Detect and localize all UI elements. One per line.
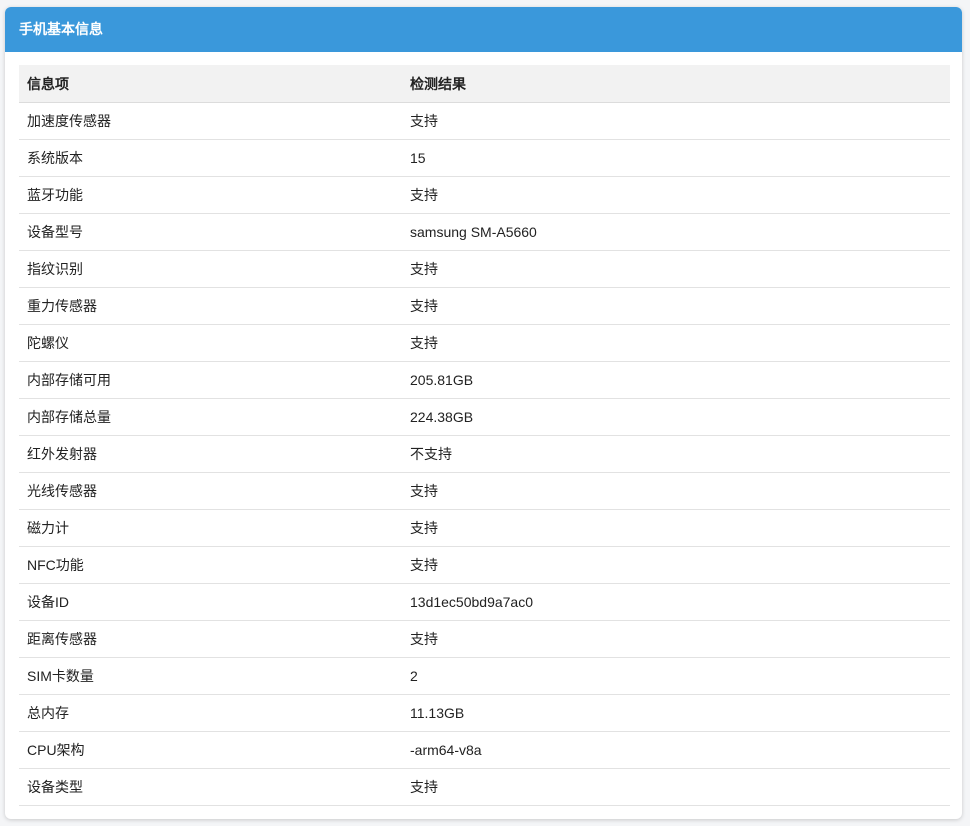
info-item-label: 设备ID xyxy=(19,583,402,621)
card-title: 手机基本信息 xyxy=(5,7,962,52)
info-item-label: 距离传感器 xyxy=(19,620,402,658)
info-item-label: 设备型号 xyxy=(19,213,402,251)
info-item-value: 支持 xyxy=(402,472,950,510)
table-row: 距离传感器 支持 xyxy=(19,620,950,658)
table-row: 设备ID 13d1ec50bd9a7ac0 xyxy=(19,583,950,621)
table-row: 设备类型 支持 xyxy=(19,768,950,806)
info-item-value: 2 xyxy=(402,657,950,695)
table-row: 光线传感器 支持 xyxy=(19,472,950,510)
info-item-label: 总内存 xyxy=(19,694,402,732)
device-info-card: 手机基本信息 信息项 检测结果 加速度传感器 支持 系统版本 15 蓝牙功能 支… xyxy=(5,7,962,819)
info-item-value: 支持 xyxy=(402,250,950,288)
table-header-row: 信息项 检测结果 xyxy=(19,65,950,103)
info-item-value: 支持 xyxy=(402,287,950,325)
table-row: NFC功能 支持 xyxy=(19,546,950,584)
info-item-label: CPU架构 xyxy=(19,731,402,769)
info-item-label: NFC功能 xyxy=(19,546,402,584)
info-item-value: 支持 xyxy=(402,620,950,658)
info-item-value: 支持 xyxy=(402,546,950,584)
info-item-value: 11.13GB xyxy=(402,694,950,732)
table-row: 红外发射器 不支持 xyxy=(19,435,950,473)
info-item-label: 加速度传感器 xyxy=(19,102,402,140)
info-item-value: 13d1ec50bd9a7ac0 xyxy=(402,583,950,621)
info-item-label: 蓝牙功能 xyxy=(19,176,402,214)
info-item-value: 支持 xyxy=(402,324,950,362)
info-item-value: samsung SM-A5660 xyxy=(402,213,950,251)
column-header-item: 信息项 xyxy=(19,65,402,103)
info-item-label: 系统版本 xyxy=(19,139,402,177)
table-row: 内部存储总量 224.38GB xyxy=(19,398,950,436)
table-row: 设备型号 samsung SM-A5660 xyxy=(19,213,950,251)
info-item-value: 支持 xyxy=(402,509,950,547)
table-row: CPU架构 -arm64-v8a xyxy=(19,731,950,769)
table-row: 磁力计 支持 xyxy=(19,509,950,547)
table-row: 指纹识别 支持 xyxy=(19,250,950,288)
info-item-label: 磁力计 xyxy=(19,509,402,547)
info-item-value: -arm64-v8a xyxy=(402,731,950,769)
info-item-label: 陀螺仪 xyxy=(19,324,402,362)
table-row: 重力传感器 支持 xyxy=(19,287,950,325)
info-item-label: 指纹识别 xyxy=(19,250,402,288)
info-item-value: 支持 xyxy=(402,768,950,806)
info-item-value: 支持 xyxy=(402,102,950,140)
info-item-label: 设备类型 xyxy=(19,768,402,806)
info-item-value: 不支持 xyxy=(402,435,950,473)
info-item-label: 内部存储可用 xyxy=(19,361,402,399)
table-row: 总内存 11.13GB xyxy=(19,694,950,732)
table-row: SIM卡数量 2 xyxy=(19,657,950,695)
table-row: 陀螺仪 支持 xyxy=(19,324,950,362)
info-table: 信息项 检测结果 加速度传感器 支持 系统版本 15 蓝牙功能 支持 设备型号 … xyxy=(19,65,950,806)
info-table-container: 信息项 检测结果 加速度传感器 支持 系统版本 15 蓝牙功能 支持 设备型号 … xyxy=(19,65,950,806)
column-header-result: 检测结果 xyxy=(402,65,950,103)
info-item-label: 内部存储总量 xyxy=(19,398,402,436)
table-row: 加速度传感器 支持 xyxy=(19,102,950,140)
info-item-label: 重力传感器 xyxy=(19,287,402,325)
info-item-label: SIM卡数量 xyxy=(19,657,402,695)
info-item-label: 光线传感器 xyxy=(19,472,402,510)
info-item-value: 224.38GB xyxy=(402,398,950,436)
table-row: 内部存储可用 205.81GB xyxy=(19,361,950,399)
table-body: 加速度传感器 支持 系统版本 15 蓝牙功能 支持 设备型号 samsung S… xyxy=(19,102,950,806)
table-row: 蓝牙功能 支持 xyxy=(19,176,950,214)
table-row: 系统版本 15 xyxy=(19,139,950,177)
info-item-value: 205.81GB xyxy=(402,361,950,399)
info-item-value: 支持 xyxy=(402,176,950,214)
info-item-value: 15 xyxy=(402,139,950,177)
info-item-label: 红外发射器 xyxy=(19,435,402,473)
